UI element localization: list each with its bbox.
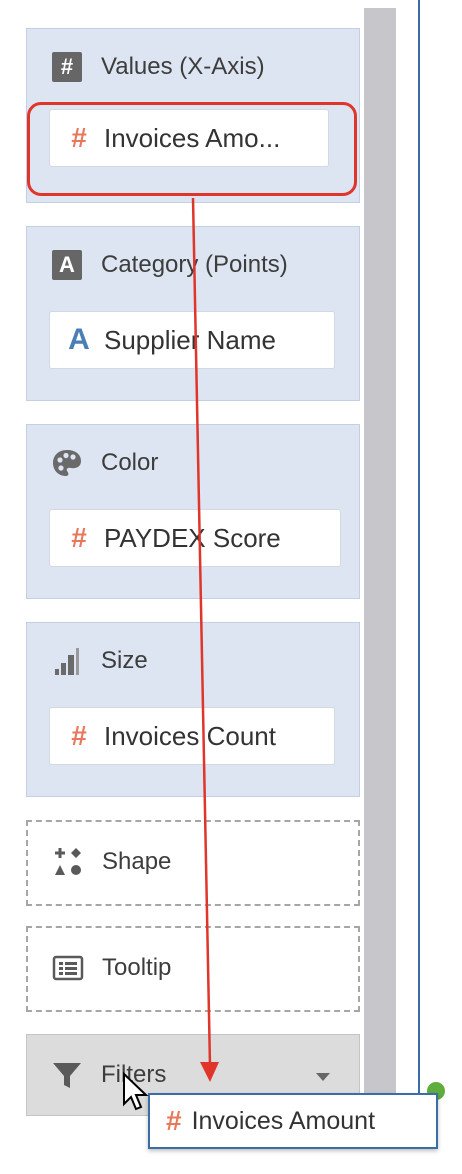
dragged-item-label: Invoices Amount bbox=[191, 1106, 376, 1135]
measure-hash-icon: # bbox=[166, 1105, 182, 1136]
mouse-cursor-icon bbox=[123, 1072, 149, 1111]
drag-arrow bbox=[191, 197, 219, 1082]
dragged-item-pill[interactable]: # Invoices Amount bbox=[148, 1093, 438, 1149]
